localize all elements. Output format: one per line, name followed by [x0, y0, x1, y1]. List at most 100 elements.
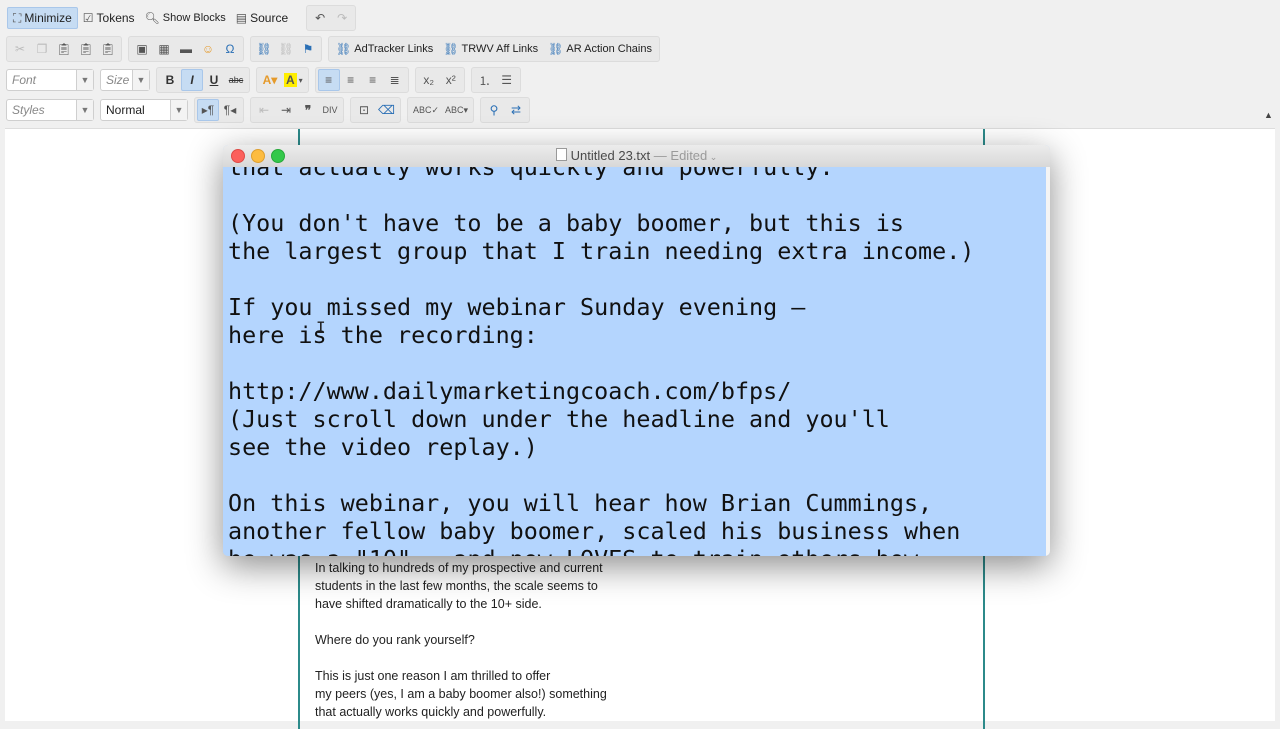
smiley-button[interactable]: ☺	[197, 38, 219, 60]
text-line: here is the recording:	[228, 321, 538, 349]
unlink-icon: ⛓	[278, 42, 294, 56]
bulleted-list-icon: ☰	[501, 73, 513, 87]
highlight-icon: A	[284, 73, 297, 87]
numbered-list-button[interactable]: ⒈	[474, 69, 496, 91]
text-color-icon: A▾	[262, 73, 278, 87]
text-line	[228, 265, 974, 293]
select-all-button[interactable]: ⊡	[353, 99, 375, 121]
superscript-button[interactable]: x²	[440, 69, 462, 91]
redo-button[interactable]: ↷	[331, 7, 353, 29]
text-line: he was a "10" - and now LOVES to train o…	[228, 545, 974, 556]
undo-button[interactable]: ↶	[309, 7, 331, 29]
copy-button[interactable]: ❐	[31, 38, 53, 60]
email-body-text[interactable]: In talking to hundreds of my prospective…	[315, 559, 715, 721]
size-select[interactable]: Size ▼	[100, 69, 150, 91]
select-all-icon: ⊡	[358, 103, 370, 117]
blockquote-button[interactable]: ❞	[297, 99, 319, 121]
text-color-button[interactable]: A▾	[259, 69, 281, 91]
minimize-icon: ⛶	[13, 10, 22, 25]
align-left-button[interactable]: ≡	[317, 69, 340, 91]
align-center-button[interactable]: ≡	[340, 69, 362, 91]
cut-button[interactable]: ✂	[9, 38, 31, 60]
spellcheck-as-you-type-button[interactable]: ABC▾	[442, 99, 471, 121]
editor-toolbar: ⛶ Minimize ☑ Tokens 🔍︎ Show Blocks ▤ Sou…	[0, 0, 1280, 128]
window-title: Untitled 23.txt — Edited ⌄	[223, 148, 1050, 163]
indent-icon: ⇥	[280, 103, 292, 117]
chevron-down-icon: ▼	[76, 70, 93, 90]
source-icon: ▤	[235, 11, 248, 25]
link-icon: ⛓	[443, 42, 459, 56]
align-justify-icon: ≣	[389, 73, 400, 87]
textedit-window[interactable]: Untitled 23.txt — Edited ⌄ that actually…	[223, 145, 1050, 556]
outdent-button[interactable]: ⇤	[253, 99, 275, 121]
paste-button[interactable]: 📋︎	[53, 38, 75, 60]
text-line	[228, 181, 974, 209]
indent-button[interactable]: ⇥	[275, 99, 297, 121]
horizontal-rule-button[interactable]: ▬	[175, 38, 197, 60]
image-button[interactable]: ▣	[131, 38, 153, 60]
styles-select[interactable]: Styles ▼	[6, 99, 94, 121]
link-icon: ⛓	[336, 42, 352, 56]
align-right-icon: ≡	[369, 73, 377, 87]
bold-button[interactable]: B	[159, 69, 181, 91]
strikethrough-button[interactable]: abc	[225, 69, 247, 91]
document-icon	[555, 148, 567, 161]
spellcheck-button[interactable]: ABC✓	[410, 99, 442, 121]
collapse-toolbar-icon[interactable]: ▲	[1264, 110, 1273, 120]
superscript-icon: x²	[445, 73, 456, 87]
paste-word-button[interactable]: 📋︎	[97, 38, 119, 60]
link-button[interactable]: ⛓	[253, 38, 275, 60]
chevron-down-icon[interactable]: ⌄	[707, 152, 718, 162]
quote-icon: ❞	[304, 103, 312, 117]
create-div-button[interactable]: DIV	[319, 99, 341, 121]
italic-button[interactable]: I	[181, 69, 203, 91]
paragraph-rtl-icon: ¶◂	[223, 103, 237, 117]
text-line: (Just scroll down under the headline and…	[228, 405, 890, 433]
ar-action-chains-button[interactable]: ⛓ AR Action Chains	[543, 38, 657, 60]
remove-format-button[interactable]: ⌫	[375, 99, 398, 121]
align-left-icon: ≡	[325, 73, 333, 87]
subscript-button[interactable]: x₂	[418, 69, 440, 91]
horizontal-rule-icon: ▬	[180, 42, 192, 56]
align-right-button[interactable]: ≡	[362, 69, 384, 91]
search-icon: 🔍︎	[144, 11, 160, 25]
unlink-button[interactable]: ⛓	[275, 38, 297, 60]
eraser-icon: ⌫	[378, 103, 395, 117]
underline-button[interactable]: U	[203, 69, 225, 91]
text-line: another fellow baby boomer, scaled his b…	[228, 517, 961, 545]
adtracker-links-button[interactable]: ⛓ AdTracker Links	[331, 38, 438, 60]
rtl-button[interactable]: ¶◂	[219, 99, 241, 121]
textedit-text-area[interactable]: that actually works quickly and powerful…	[223, 167, 1050, 556]
window-scrollbar[interactable]	[1046, 167, 1050, 556]
show-blocks-button[interactable]: 🔍︎ Show Blocks	[140, 7, 231, 29]
chevron-down-icon: ▼	[170, 100, 187, 120]
paragraph-ltr-icon: ▸¶	[201, 103, 215, 117]
replace-icon: ⇄	[511, 103, 522, 117]
omega-icon: Ω	[225, 42, 235, 56]
format-select[interactable]: Normal ▼	[100, 99, 188, 121]
anchor-button[interactable]: ⚑	[297, 38, 319, 60]
redo-icon: ↷	[337, 11, 348, 25]
find-button[interactable]: ⚲	[483, 99, 505, 121]
trwv-aff-links-button[interactable]: ⛓ TRWV Aff Links	[438, 38, 543, 60]
ltr-button[interactable]: ▸¶	[197, 99, 219, 121]
bulleted-list-button[interactable]: ☰	[496, 69, 518, 91]
spellcheck-icon: ABC✓	[412, 104, 440, 115]
text-line	[228, 349, 974, 377]
text-line: the largest group that I train needing e…	[228, 237, 975, 265]
text-line: that actually works quickly and powerful…	[228, 167, 834, 181]
minimize-button[interactable]: ⛶ Minimize	[7, 7, 78, 29]
align-justify-button[interactable]: ≣	[384, 69, 406, 91]
ibeam-cursor-icon: I	[316, 318, 326, 337]
text-line: (You don't have to be a baby boomer, but…	[228, 209, 904, 237]
special-char-button[interactable]: Ω	[219, 38, 241, 60]
paste-text-button[interactable]: 📋︎	[75, 38, 97, 60]
bg-color-button[interactable]: A ▾	[281, 69, 306, 91]
checkbox-icon: ☑	[82, 11, 94, 25]
tokens-button[interactable]: ☑ Tokens	[78, 7, 140, 29]
replace-button[interactable]: ⇄	[505, 99, 527, 121]
table-button[interactable]: ▦	[153, 38, 175, 60]
source-button[interactable]: ▤ Source	[231, 7, 293, 29]
font-select[interactable]: Font ▼	[6, 69, 94, 91]
window-titlebar[interactable]: Untitled 23.txt — Edited ⌄	[223, 145, 1050, 168]
